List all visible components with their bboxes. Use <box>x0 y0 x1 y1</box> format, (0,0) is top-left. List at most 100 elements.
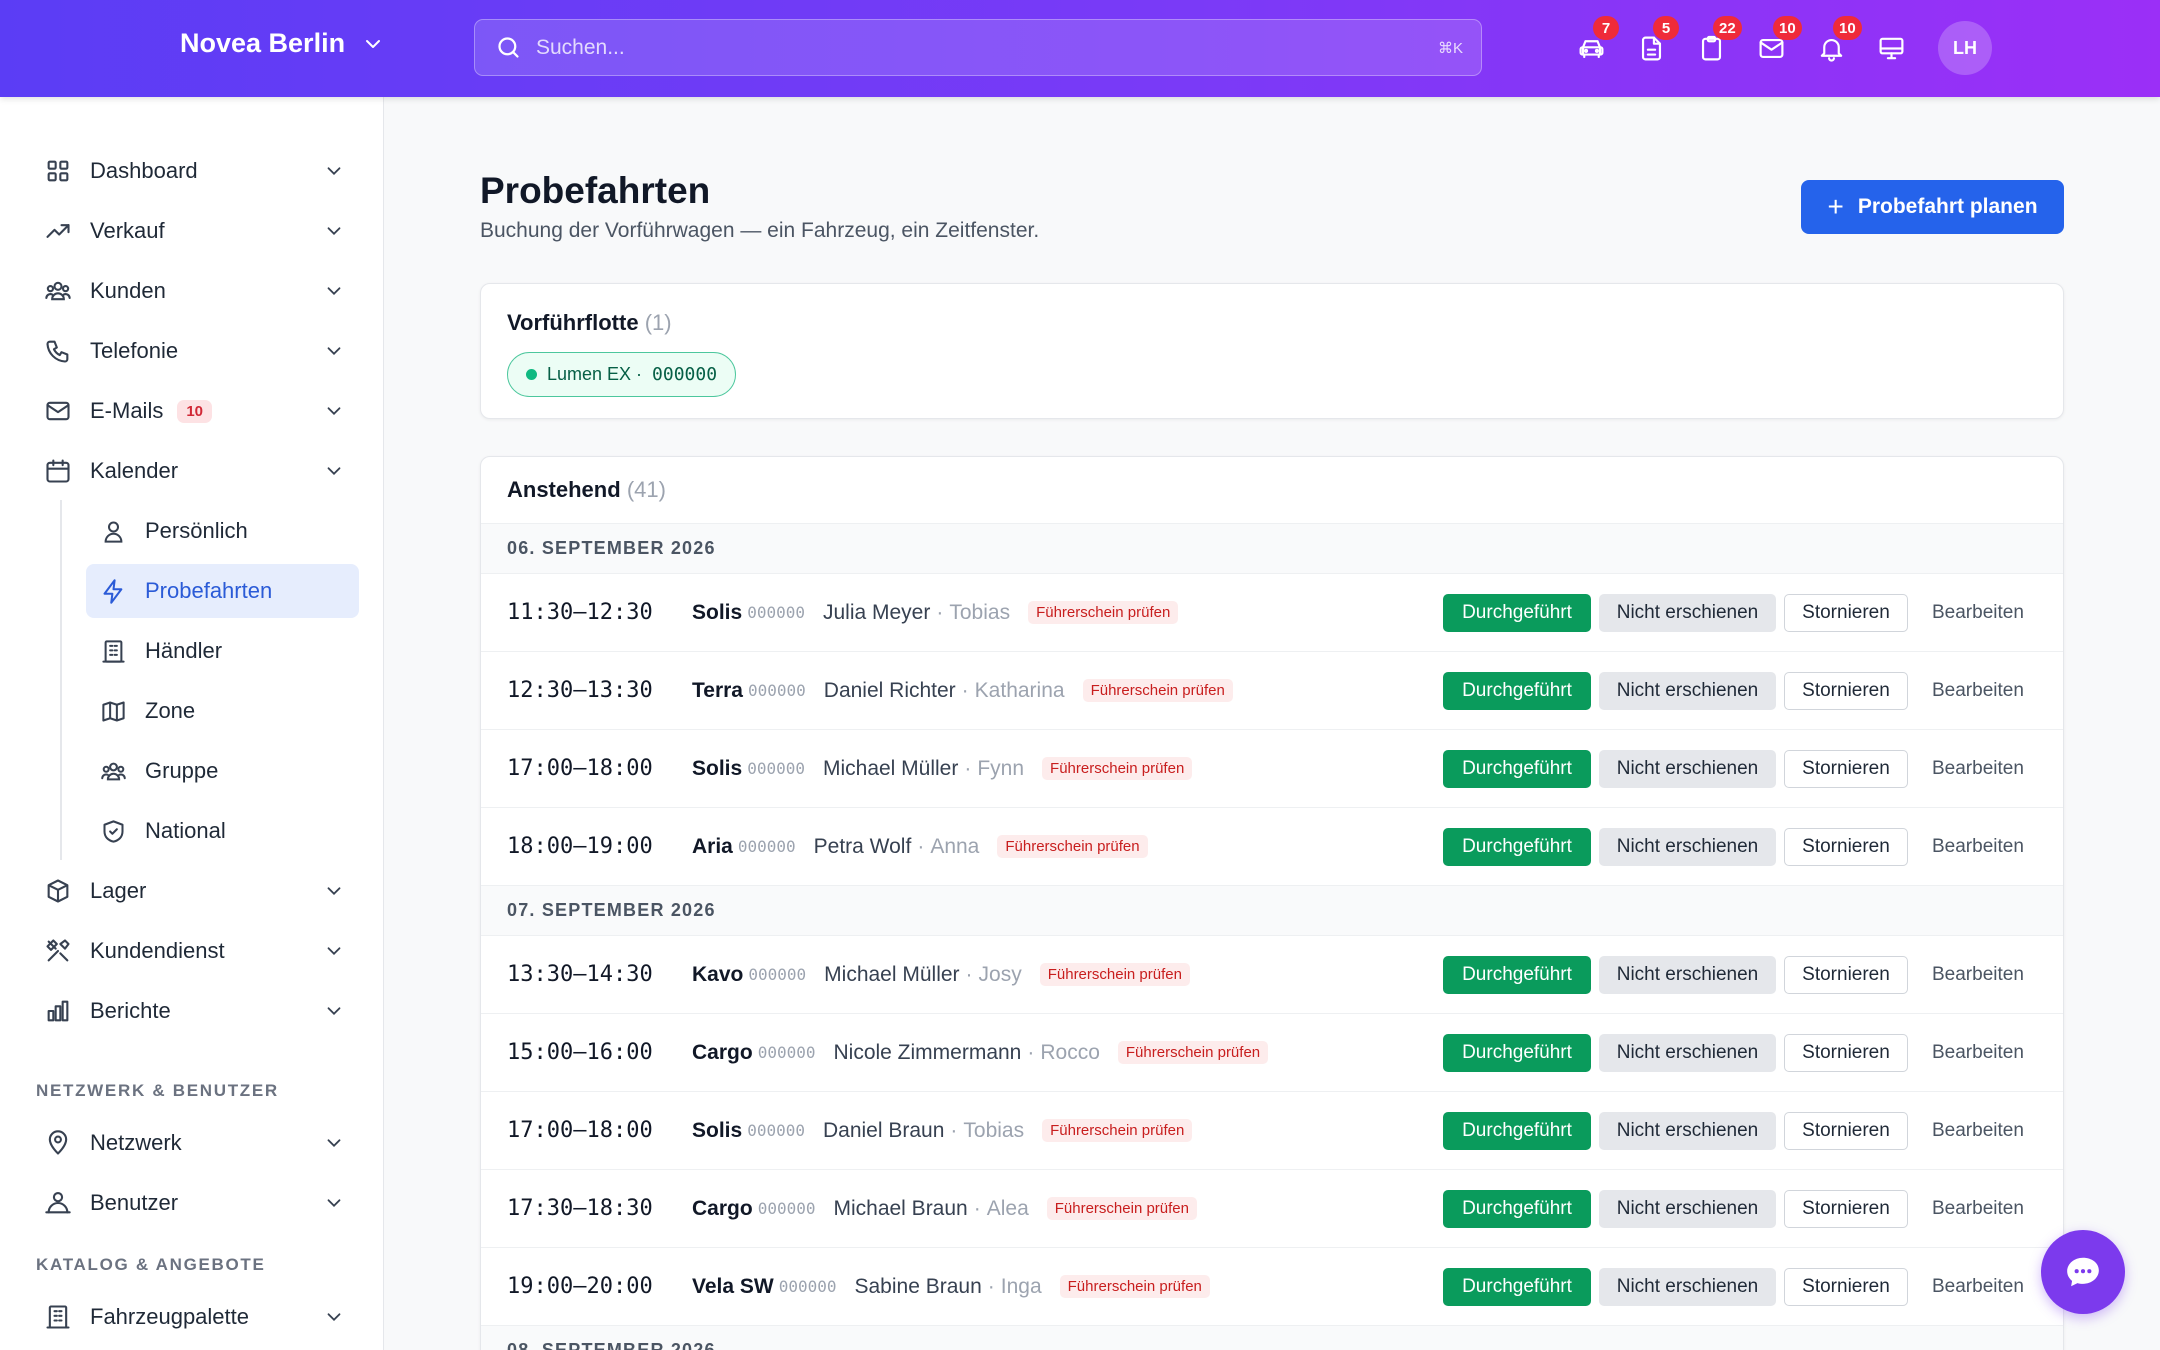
vehicle-plate: 000000 <box>748 965 807 984</box>
chevron-down-icon <box>327 947 341 956</box>
cancel-booking-button[interactable]: Stornieren <box>1784 593 1908 632</box>
fleet-vehicle-chip[interactable]: Lumen EX · 000000 <box>507 352 737 397</box>
sidebar-item-lager[interactable]: Lager <box>33 864 359 918</box>
cancel-booking-button[interactable]: Stornieren <box>1784 749 1908 788</box>
mark-done-button[interactable]: Durchgeführt <box>1443 1267 1591 1306</box>
booking-info: Kavo 000000 Michael Müller · Josy Führerschei… <box>692 963 1190 987</box>
sidebar-subitem-haendler[interactable]: Händler <box>86 624 359 678</box>
mail-button[interactable]: 10 <box>1753 16 1802 66</box>
chat-button[interactable] <box>2041 1230 2125 1314</box>
test-drive-row: 17:30–18:30 Cargo 000000 Michael Braun · Alea… <box>481 1170 2063 1248</box>
page-subtitle: Buchung der Vorführwagen — ein Fahrzeug,… <box>480 219 1040 242</box>
cancel-booking-button[interactable]: Stornieren <box>1784 827 1908 866</box>
sidebar-subitem-label: National <box>145 818 226 843</box>
chevron-down-icon <box>327 1199 341 1208</box>
edit-booking-button[interactable]: Bearbeiten <box>1932 956 2024 994</box>
tasks-button[interactable]: 22 <box>1693 16 1742 66</box>
sidebar-item-kundendienst[interactable]: Kundendienst <box>33 924 359 978</box>
customer-name[interactable]: Daniel Braun <box>823 1119 944 1143</box>
users-icon <box>43 276 73 306</box>
edit-booking-button[interactable]: Bearbeiten <box>1932 1190 2024 1228</box>
sidebar-subitem-persoenlich[interactable]: Persönlich <box>86 504 359 558</box>
sidebar-item-dashboard[interactable]: Dashboard <box>33 144 359 198</box>
chevron-down-icon <box>327 227 341 236</box>
sidebar-subitem-gruppe[interactable]: Gruppe <box>86 744 359 798</box>
sidebar-subitem-national[interactable]: National <box>86 804 359 858</box>
customer-name[interactable]: Michael Müller <box>824 963 959 987</box>
edit-booking-button[interactable]: Bearbeiten <box>1932 750 2024 788</box>
cancel-booking-button[interactable]: Stornieren <box>1784 1267 1908 1306</box>
sidebar-item-kalender[interactable]: Kalender <box>33 444 359 498</box>
sidebar-item-berichte[interactable]: Berichte <box>33 984 359 1038</box>
cancel-booking-button[interactable]: Stornieren <box>1784 671 1908 710</box>
mark-done-button[interactable]: Durchgeführt <box>1443 955 1591 994</box>
sidebar-subitem-probefahrten[interactable]: Probefahrten <box>86 564 359 618</box>
no-show-button[interactable]: Nicht erschienen <box>1599 1111 1776 1150</box>
mark-done-button[interactable]: Durchgeführt <box>1443 827 1591 866</box>
booking-info: Vela SW 000000 Sabine Braun · Inga Führersche… <box>692 1275 1210 1299</box>
customer-name[interactable]: Daniel Richter <box>824 679 956 703</box>
chevron-down-icon <box>327 287 341 296</box>
no-show-button[interactable]: Nicht erschienen <box>1599 1267 1776 1306</box>
customer-name[interactable]: Sabine Braun <box>855 1275 982 1299</box>
no-show-button[interactable]: Nicht erschienen <box>1599 1033 1776 1072</box>
mark-done-button[interactable]: Durchgeführt <box>1443 749 1591 788</box>
no-show-button[interactable]: Nicht erschienen <box>1599 827 1776 866</box>
vehicle-plate: 000000 <box>757 1043 816 1062</box>
sidebar-item-label: Dashboard <box>90 158 198 183</box>
sidebar-item-kunden[interactable]: Kunden <box>33 264 359 318</box>
sidebar-item-fahrzeugpalette[interactable]: Fahrzeugpalette <box>33 1290 359 1344</box>
sidebar-item-telefonie[interactable]: Telefonie <box>33 324 359 378</box>
edit-booking-button[interactable]: Bearbeiten <box>1932 594 2024 632</box>
cancel-booking-button[interactable]: Stornieren <box>1784 1111 1908 1150</box>
sidebar: Dashboard Verkauf Kunden Telefonie E-Mai… <box>0 97 384 1350</box>
fleet-vehicle-name: Lumen EX · <box>547 364 643 384</box>
edit-booking-button[interactable]: Bearbeiten <box>1932 828 2024 866</box>
mark-done-button[interactable]: Durchgeführt <box>1443 593 1591 632</box>
brand-switcher[interactable]: Novea Berlin <box>180 28 385 59</box>
edit-booking-button[interactable]: Bearbeiten <box>1932 1034 2024 1072</box>
mark-done-button[interactable]: Durchgeführt <box>1443 671 1591 710</box>
chat-icon <box>2067 1257 2099 1287</box>
customer-name[interactable]: Julia Meyer <box>823 601 930 625</box>
documents-button[interactable]: 5 <box>1633 16 1679 66</box>
mark-done-button[interactable]: Durchgeführt <box>1443 1111 1591 1150</box>
display-button[interactable] <box>1873 30 1909 66</box>
notifications-button[interactable]: 10 <box>1813 16 1862 66</box>
salesperson-name: Rocco <box>1040 1040 1100 1064</box>
sidebar-item-verkauf[interactable]: Verkauf <box>33 204 359 258</box>
sidebar-item-benutzer[interactable]: Benutzer <box>33 1176 359 1230</box>
location-icon <box>43 1128 73 1158</box>
edit-booking-button[interactable]: Bearbeiten <box>1932 672 2024 710</box>
search-bar[interactable]: ⌘K <box>474 19 1482 76</box>
plan-test-drive-button[interactable]: + Probefahrt planen <box>1801 180 2064 234</box>
license-check-badge: Führerschein prüfen <box>1039 963 1190 986</box>
customer-name[interactable]: Petra Wolf <box>814 835 912 859</box>
license-check-badge: Führerschein prüfen <box>1082 679 1233 702</box>
sidebar-item-emails[interactable]: E-Mails 10 <box>33 384 359 438</box>
shield-icon <box>98 816 128 846</box>
cancel-booking-button[interactable]: Stornieren <box>1784 955 1908 994</box>
sidebar-item-netzwerk[interactable]: Netzwerk <box>33 1116 359 1170</box>
row-actions: Durchgeführt Nicht erschienen Stornieren Be… <box>1443 1189 2024 1228</box>
demo-fleet-title-text: Vorführflotte <box>507 310 639 335</box>
mark-done-button[interactable]: Durchgeführt <box>1443 1189 1591 1228</box>
customer-name[interactable]: Nicole Zimmermann <box>833 1041 1021 1065</box>
edit-booking-button[interactable]: Bearbeiten <box>1932 1112 2024 1150</box>
user-avatar[interactable]: LH <box>1938 21 1992 75</box>
cancel-booking-button[interactable]: Stornieren <box>1784 1033 1908 1072</box>
no-show-button[interactable]: Nicht erschienen <box>1599 749 1776 788</box>
no-show-button[interactable]: Nicht erschienen <box>1599 1189 1776 1228</box>
no-show-button[interactable]: Nicht erschienen <box>1599 593 1776 632</box>
car-button[interactable]: 7 <box>1573 16 1619 66</box>
salesperson-name: Fynn <box>977 756 1025 780</box>
customer-name[interactable]: Michael Braun <box>833 1197 967 1221</box>
no-show-button[interactable]: Nicht erschienen <box>1599 955 1776 994</box>
sidebar-subitem-zone[interactable]: Zone <box>86 684 359 738</box>
edit-booking-button[interactable]: Bearbeiten <box>1932 1268 2024 1306</box>
search-input[interactable] <box>536 35 1438 60</box>
no-show-button[interactable]: Nicht erschienen <box>1599 671 1776 710</box>
cancel-booking-button[interactable]: Stornieren <box>1784 1189 1908 1228</box>
customer-name[interactable]: Michael Müller <box>823 757 958 781</box>
mark-done-button[interactable]: Durchgeführt <box>1443 1033 1591 1072</box>
